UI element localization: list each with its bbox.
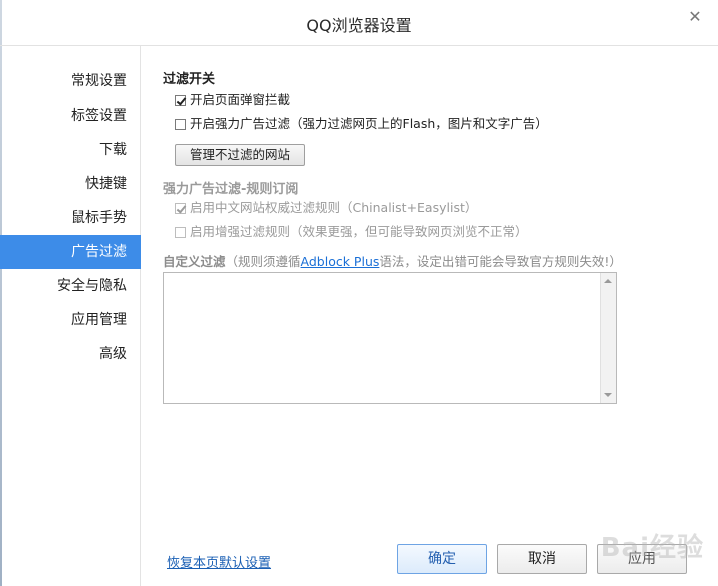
close-icon[interactable]: ✕	[686, 8, 704, 26]
custom-filter-input[interactable]	[163, 272, 617, 404]
strong-filter-label: 开启强力广告过滤（强力过滤网页上的Flash，图片和文字广告）	[190, 116, 548, 131]
sidebar-item-general[interactable]: 常规设置	[0, 64, 141, 98]
scroll-down-icon[interactable]	[604, 393, 612, 397]
manage-whitelist-button[interactable]: 管理不过滤的网站	[175, 144, 305, 166]
chinalist-checkbox[interactable]	[175, 202, 186, 214]
apply-button[interactable]: 应用	[597, 544, 687, 574]
settings-window: QQ浏览器设置 ✕ 常规设置 标签设置 下载 快捷键 鼠标手势 广告过滤 安全与…	[0, 0, 718, 586]
custom-filter-scrollbar[interactable]	[600, 273, 616, 403]
sidebar-item-download[interactable]: 下载	[0, 133, 141, 167]
custom-filter-label: 自定义过滤（规则须遵循Adblock Plus语法，设定出错可能会导致官方规则失…	[163, 251, 622, 270]
sidebar-item-tabs[interactable]: 标签设置	[0, 99, 141, 133]
chinalist-option[interactable]: 启用中文网站权威过滤规则（Chinalist+Easylist）	[175, 199, 477, 217]
popup-block-label: 开启页面弹窗拦截	[190, 92, 291, 107]
window-title: QQ浏览器设置	[306, 16, 412, 35]
cancel-button[interactable]: 取消	[497, 544, 587, 574]
sidebar-item-security-privacy[interactable]: 安全与隐私	[0, 269, 141, 303]
sidebar-item-shortcuts[interactable]: 快捷键	[0, 167, 141, 201]
strong-filter-option[interactable]: 开启强力广告过滤（强力过滤网页上的Flash，图片和文字广告）	[175, 115, 548, 133]
chinalist-label: 启用中文网站权威过滤规则（Chinalist+Easylist）	[190, 200, 478, 215]
subscription-title: 强力广告过滤-规则订阅	[163, 182, 299, 197]
custom-filter-desc-pre: （规则须遵循	[225, 254, 301, 269]
sidebar-item-app-management[interactable]: 应用管理	[0, 303, 141, 337]
settings-content: 过滤开关 开启页面弹窗拦截 开启强力广告过滤（强力过滤网页上的Flash，图片和…	[162, 46, 702, 586]
custom-filter-title: 自定义过滤	[163, 254, 226, 269]
sidebar-item-mouse-gestures[interactable]: 鼠标手势	[0, 201, 141, 235]
popup-block-option[interactable]: 开启页面弹窗拦截	[175, 91, 290, 109]
restore-defaults-link[interactable]: 恢复本页默认设置	[167, 552, 271, 571]
enhanced-checkbox[interactable]	[175, 226, 186, 238]
sidebar: 常规设置 标签设置 下载 快捷键 鼠标手势 广告过滤 安全与隐私 应用管理 高级	[0, 46, 141, 586]
custom-filter-desc-post: 语法，设定出错可能会导致官方规则失效!）	[379, 254, 622, 269]
enhanced-label: 启用增强过滤规则（效果更强，但可能导致网页浏览不正常）	[190, 224, 528, 239]
popup-block-checkbox[interactable]	[175, 94, 186, 106]
adblock-plus-link[interactable]: Adblock Plus	[301, 254, 380, 269]
sidebar-item-ad-filter[interactable]: 广告过滤	[0, 235, 141, 269]
scroll-up-icon[interactable]	[604, 279, 612, 283]
sidebar-item-advanced[interactable]: 高级	[0, 337, 141, 371]
filter-switch-title: 过滤开关	[163, 72, 216, 87]
enhanced-option[interactable]: 启用增强过滤规则（效果更强，但可能导致网页浏览不正常）	[175, 223, 528, 241]
strong-filter-checkbox[interactable]	[175, 118, 186, 130]
title-bar: QQ浏览器设置 ✕	[0, 0, 718, 46]
ok-button[interactable]: 确定	[397, 544, 487, 574]
